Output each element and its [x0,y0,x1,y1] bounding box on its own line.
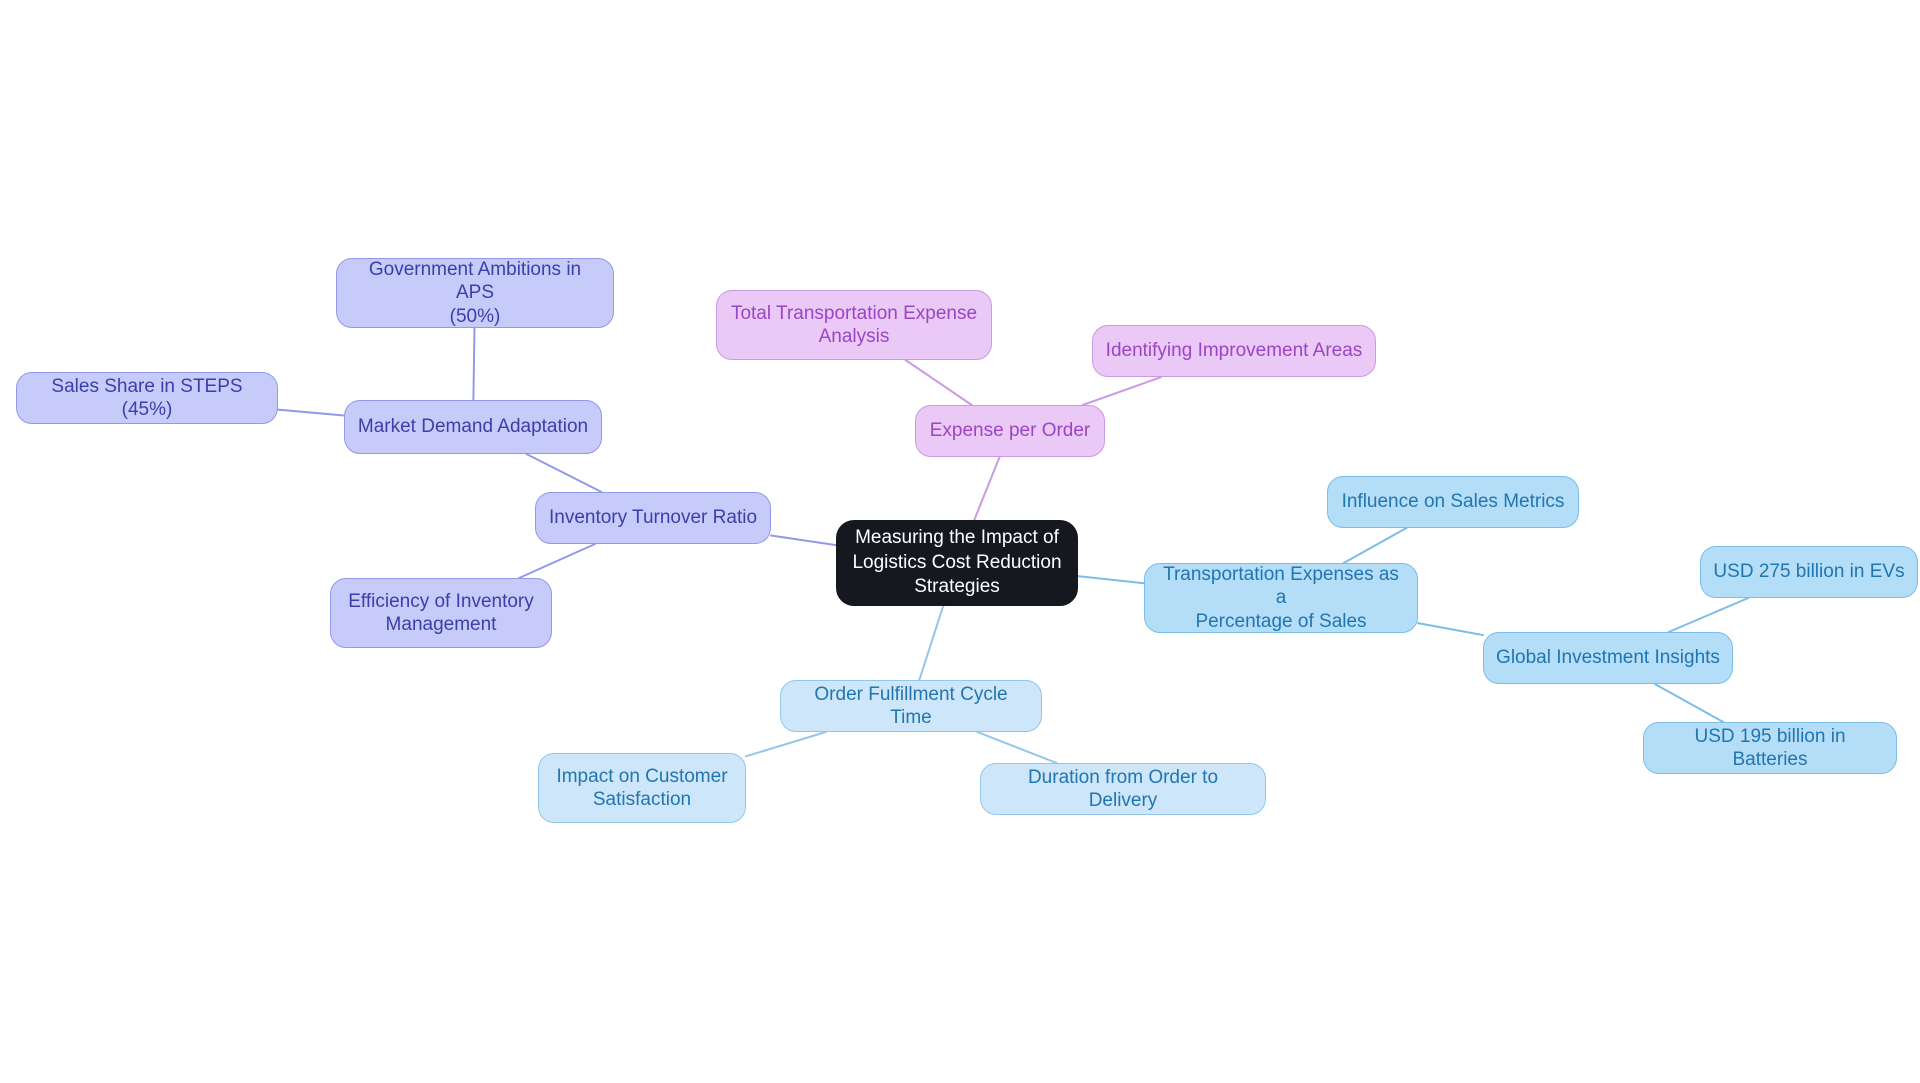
mindmap-edge-market-demand-adaptation-to-government-ambitions-aps [472,327,476,401]
mindmap-edge-transportation-expenses-percentage-sales-to-influence-on-sales-metrics [1342,527,1408,564]
mindmap-edge-order-fulfillment-cycle-time-to-impact-on-customer-satisfaction [745,731,827,758]
mindmap-edge-root-to-order-fulfillment-cycle-time [918,605,945,681]
mindmap-edge-inventory-turnover-ratio-to-market-demand-adaptation [525,453,603,493]
mindmap-node-government-ambitions-aps[interactable]: Government Ambitions in APS (50%) [336,258,614,328]
mindmap-edge-global-investment-insights-to-usd-275-billion-evs [1667,597,1750,633]
mindmap-node-efficiency-inventory-management[interactable]: Efficiency of Inventory Management [330,578,552,648]
mindmap-node-transportation-expenses-percentage-sales[interactable]: Transportation Expenses as a Percentage … [1144,563,1418,633]
mindmap-edge-root-to-transportation-expenses-percentage-sales [1077,575,1145,585]
mindmap-node-order-fulfillment-cycle-time[interactable]: Order Fulfillment Cycle Time [780,680,1042,732]
mindmap-root-node[interactable]: Measuring the Impact of Logistics Cost R… [836,520,1078,606]
mindmap-node-expense-per-order[interactable]: Expense per Order [915,405,1105,457]
mindmap-node-usd-195-billion-batteries[interactable]: USD 195 billion in Batteries [1643,722,1897,774]
mindmap-edge-inventory-turnover-ratio-to-efficiency-inventory-management [518,543,596,579]
mindmap-node-market-demand-adaptation[interactable]: Market Demand Adaptation [344,400,602,454]
mindmap-canvas: Measuring the Impact of Logistics Cost R… [0,0,1920,1083]
mindmap-node-identifying-improvement-areas[interactable]: Identifying Improvement Areas [1092,325,1376,377]
mindmap-node-total-transportation-expense-analysis[interactable]: Total Transportation Expense Analysis [716,290,992,360]
mindmap-edge-root-to-expense-per-order [973,456,1001,521]
mindmap-edge-expense-per-order-to-total-transportation-expense-analysis [904,359,973,406]
mindmap-node-global-investment-insights[interactable]: Global Investment Insights [1483,632,1733,684]
mindmap-node-usd-275-billion-evs[interactable]: USD 275 billion in EVs [1700,546,1918,598]
mindmap-edge-global-investment-insights-to-usd-195-billion-batteries [1653,683,1725,723]
mindmap-edge-root-to-inventory-turnover-ratio [770,534,837,547]
mindmap-edge-market-demand-adaptation-to-sales-share-steps [277,408,345,417]
mindmap-node-influence-on-sales-metrics[interactable]: Influence on Sales Metrics [1327,476,1579,528]
mindmap-edge-expense-per-order-to-identifying-improvement-areas [1081,376,1163,406]
mindmap-node-inventory-turnover-ratio[interactable]: Inventory Turnover Ratio [535,492,771,544]
mindmap-edge-transportation-expenses-percentage-sales-to-global-investment-insights [1417,622,1484,637]
mindmap-node-impact-on-customer-satisfaction[interactable]: Impact on Customer Satisfaction [538,753,746,823]
mindmap-edge-order-fulfillment-cycle-time-to-duration-order-to-delivery [976,731,1058,764]
mindmap-node-duration-order-to-delivery[interactable]: Duration from Order to Delivery [980,763,1266,815]
mindmap-node-sales-share-steps[interactable]: Sales Share in STEPS (45%) [16,372,278,424]
